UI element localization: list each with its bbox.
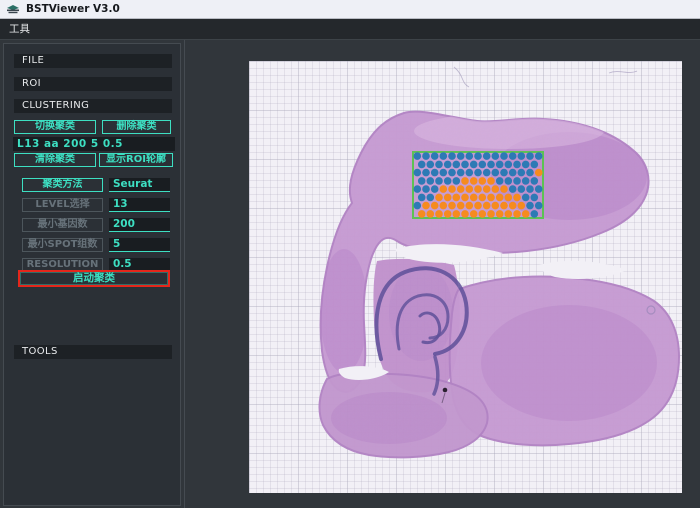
- slide-canvas[interactable]: [249, 61, 682, 493]
- window-title: BSTViewer V3.0: [26, 3, 120, 15]
- tissue-section-image: [249, 61, 682, 493]
- min-gene-count-field[interactable]: 200: [109, 218, 170, 232]
- panel-header-file[interactable]: FILE: [14, 54, 172, 68]
- title-bar: BSTViewer V3.0: [0, 0, 700, 19]
- cluster-method-button[interactable]: 聚类方法: [22, 178, 103, 192]
- menu-tools[interactable]: 工具: [0, 19, 39, 39]
- cluster-method-field[interactable]: Seurat: [109, 178, 170, 192]
- panel-header-clustering[interactable]: CLUSTERING: [14, 99, 172, 113]
- run-clustering-button[interactable]: 启动聚类: [18, 270, 170, 287]
- min-gene-count-button: 最小基因数: [22, 218, 103, 232]
- show-roi-outline-button[interactable]: 显示ROI轮廓: [99, 153, 173, 167]
- app-window: BSTViewer V3.0 工具 FILE ROI CLUSTERING 切换…: [0, 0, 700, 508]
- level-select-field[interactable]: 13: [109, 198, 170, 212]
- min-spot-group-field[interactable]: 5: [109, 238, 170, 252]
- panel-header-tools[interactable]: TOOLS: [14, 345, 172, 359]
- clear-cluster-button[interactable]: 清除聚类: [14, 153, 96, 167]
- panel-header-roi[interactable]: ROI: [14, 77, 172, 91]
- delete-cluster-button[interactable]: 删除聚类: [102, 120, 171, 134]
- cluster-list-item[interactable]: L13 aa 200 5 0.5: [13, 137, 175, 151]
- app-icon: [6, 3, 21, 15]
- work-area: FILE ROI CLUSTERING 切换聚类 删除聚类 L13 aa 200…: [0, 39, 700, 508]
- switch-cluster-button[interactable]: 切换聚类: [14, 120, 96, 134]
- level-select-button: LEVEL选择: [22, 198, 103, 212]
- viewer-panel: [184, 40, 700, 508]
- sidebar: FILE ROI CLUSTERING 切换聚类 删除聚类 L13 aa 200…: [3, 43, 181, 506]
- min-spot-group-button: 最小SPOT组数: [22, 238, 103, 252]
- menu-bar: 工具: [0, 19, 700, 39]
